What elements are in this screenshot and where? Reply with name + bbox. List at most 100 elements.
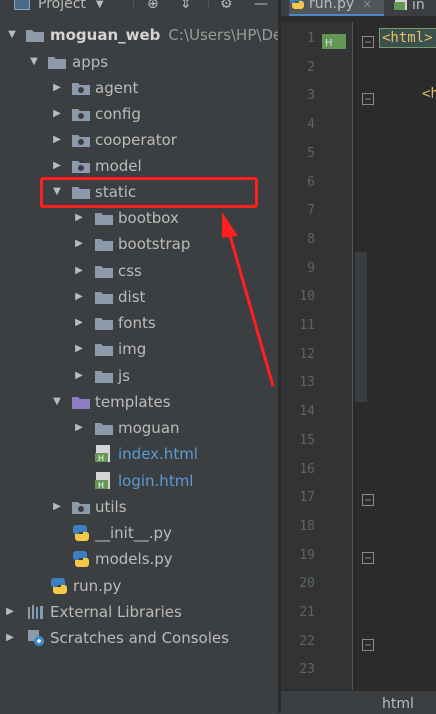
- line-number: 9: [307, 260, 315, 276]
- tree-item-label: js: [118, 367, 130, 385]
- collapsed-arrow-icon[interactable]: ▶: [73, 231, 85, 257]
- tree-item-login-html[interactable]: H login.html: [0, 468, 278, 494]
- line-number: 16: [299, 461, 315, 477]
- project-icon: [14, 0, 30, 10]
- tree-item-label: models.py: [95, 550, 173, 568]
- tree-item-run-py[interactable]: run.py: [0, 573, 278, 599]
- collapsed-arrow-icon[interactable]: ▶: [73, 284, 85, 310]
- tree-item-utils[interactable]: ▶ utils: [0, 494, 278, 520]
- folder-icon: [72, 500, 90, 514]
- hide-icon[interactable]: —: [254, 0, 268, 12]
- tab-label: run.py: [309, 0, 355, 12]
- collapsed-arrow-icon[interactable]: ▶: [51, 153, 63, 179]
- line-number: 3: [307, 88, 315, 104]
- collapsed-arrow-icon[interactable]: ▶: [73, 415, 85, 441]
- line-number: 5: [307, 145, 315, 161]
- collapse-all-icon[interactable]: ⇕: [180, 0, 192, 12]
- tree-item-label: img: [118, 340, 147, 358]
- locate-target-icon[interactable]: ⊕: [147, 0, 159, 12]
- scratches-icon: [27, 629, 45, 646]
- collapsed-arrow-icon[interactable]: ▶: [73, 336, 85, 362]
- folder-icon: [72, 107, 90, 121]
- tab-label: in: [412, 0, 425, 13]
- tree-item-init-py[interactable]: __init__.py: [0, 520, 278, 546]
- collapsed-arrow-icon[interactable]: ▶: [4, 599, 16, 625]
- collapsed-arrow-icon[interactable]: ▶: [51, 101, 63, 127]
- fold-marker-icon[interactable]: [362, 549, 374, 564]
- tab-index-html[interactable]: in: [394, 0, 436, 16]
- fold-marker-icon[interactable]: [362, 90, 374, 105]
- folder-icon: [26, 28, 44, 42]
- line-number: 10: [299, 289, 315, 305]
- tree-item-css[interactable]: ▶ css: [0, 258, 278, 284]
- tree-item-label: moguan_web C:\Users\HP\Des: [50, 22, 290, 48]
- tree-item-label: config: [95, 105, 141, 123]
- tab-run-py[interactable]: run.py ×: [289, 0, 384, 16]
- header-separator: [208, 0, 209, 8]
- fold-marker-icon[interactable]: [362, 636, 374, 651]
- tree-item-index-html[interactable]: H index.html: [0, 441, 278, 467]
- tree-item-external-libraries[interactable]: ▶ External Libraries: [0, 599, 278, 625]
- tree-item-apps[interactable]: ▼ apps: [0, 49, 278, 75]
- gear-icon[interactable]: ⚙: [220, 0, 233, 12]
- tree-item-bootstrap[interactable]: ▶ bootstrap: [0, 231, 278, 257]
- tree-item-moguan[interactable]: ▶ moguan: [0, 415, 278, 441]
- line-number: 7: [307, 203, 315, 219]
- collapsed-arrow-icon[interactable]: ▶: [51, 494, 63, 520]
- project-title[interactable]: Project: [38, 0, 86, 12]
- tree-item-models-py[interactable]: models.py: [0, 546, 278, 572]
- code-html-open-tag[interactable]: <html>: [379, 28, 436, 48]
- folder-icon: [95, 421, 113, 435]
- line-number: 4: [307, 117, 315, 133]
- collapsed-arrow-icon[interactable]: ▶: [4, 625, 16, 651]
- folder-icon: [95, 342, 113, 356]
- line-number: 19: [299, 547, 315, 563]
- code-head-tag[interactable]: <h: [422, 86, 436, 102]
- collapsed-arrow-icon[interactable]: ▶: [51, 127, 63, 153]
- line-number: 20: [299, 576, 315, 592]
- tree-item-cooperator[interactable]: ▶ cooperator: [0, 127, 278, 153]
- tree-item-label: cooperator: [95, 131, 177, 149]
- python-file-icon: [50, 577, 68, 594]
- tree-item-label: dist: [118, 288, 146, 306]
- line-number: 1: [307, 31, 315, 46]
- tree-item-js[interactable]: ▶ js: [0, 363, 278, 389]
- svg-text:H: H: [98, 481, 104, 490]
- fold-marker-icon[interactable]: [362, 33, 374, 48]
- tree-item-moguan-web[interactable]: ▼ moguan_web C:\Users\HP\Des: [0, 22, 290, 48]
- tree-item-fonts[interactable]: ▶ fonts: [0, 310, 278, 336]
- tree-item-agent[interactable]: ▶ agent: [0, 75, 278, 101]
- tree-item-templates[interactable]: ▼ templates: [0, 389, 278, 415]
- highlight-annotation-box: [40, 177, 258, 208]
- dropdown-arrow-icon[interactable]: ▼: [96, 0, 104, 10]
- folder-icon: [95, 264, 113, 278]
- html-gutter-icon: H: [322, 34, 346, 54]
- breadcrumb-html[interactable]: html: [382, 696, 414, 712]
- line-number: 14: [299, 404, 315, 420]
- tree-item-model[interactable]: ▶ model: [0, 153, 278, 179]
- tree-item-label: model: [95, 157, 142, 175]
- collapsed-arrow-icon[interactable]: ▶: [73, 310, 85, 336]
- collapsed-arrow-icon[interactable]: ▶: [73, 258, 85, 284]
- collapsed-arrow-icon[interactable]: ▶: [51, 75, 63, 101]
- gutter-separator: [352, 22, 353, 690]
- folder-icon: [95, 211, 113, 225]
- close-tab-icon[interactable]: ×: [362, 0, 372, 11]
- tree-item-bootbox[interactable]: ▶ bootbox: [0, 205, 278, 231]
- collapsed-arrow-icon[interactable]: ▶: [73, 205, 85, 231]
- expand-arrow-icon[interactable]: ▼: [6, 22, 18, 48]
- tree-item-config[interactable]: ▶ config: [0, 101, 278, 127]
- tree-item-label: utils: [95, 498, 127, 516]
- expand-arrow-icon[interactable]: ▼: [51, 389, 63, 415]
- expand-arrow-icon[interactable]: ▼: [28, 49, 40, 75]
- python-file-icon: [72, 550, 90, 567]
- fold-marker-icon[interactable]: [362, 491, 374, 506]
- tree-item-label: login.html: [118, 472, 194, 490]
- collapsed-arrow-icon[interactable]: ▶: [73, 363, 85, 389]
- tree-item-dist[interactable]: ▶ dist: [0, 284, 278, 310]
- tree-item-img[interactable]: ▶ img: [0, 336, 278, 362]
- tree-item-scratches[interactable]: ▶ Scratches and Consoles: [0, 625, 278, 651]
- line-number: 23: [299, 662, 315, 678]
- tree-item-label: Scratches and Consoles: [50, 629, 229, 647]
- line-number: 17: [299, 490, 315, 506]
